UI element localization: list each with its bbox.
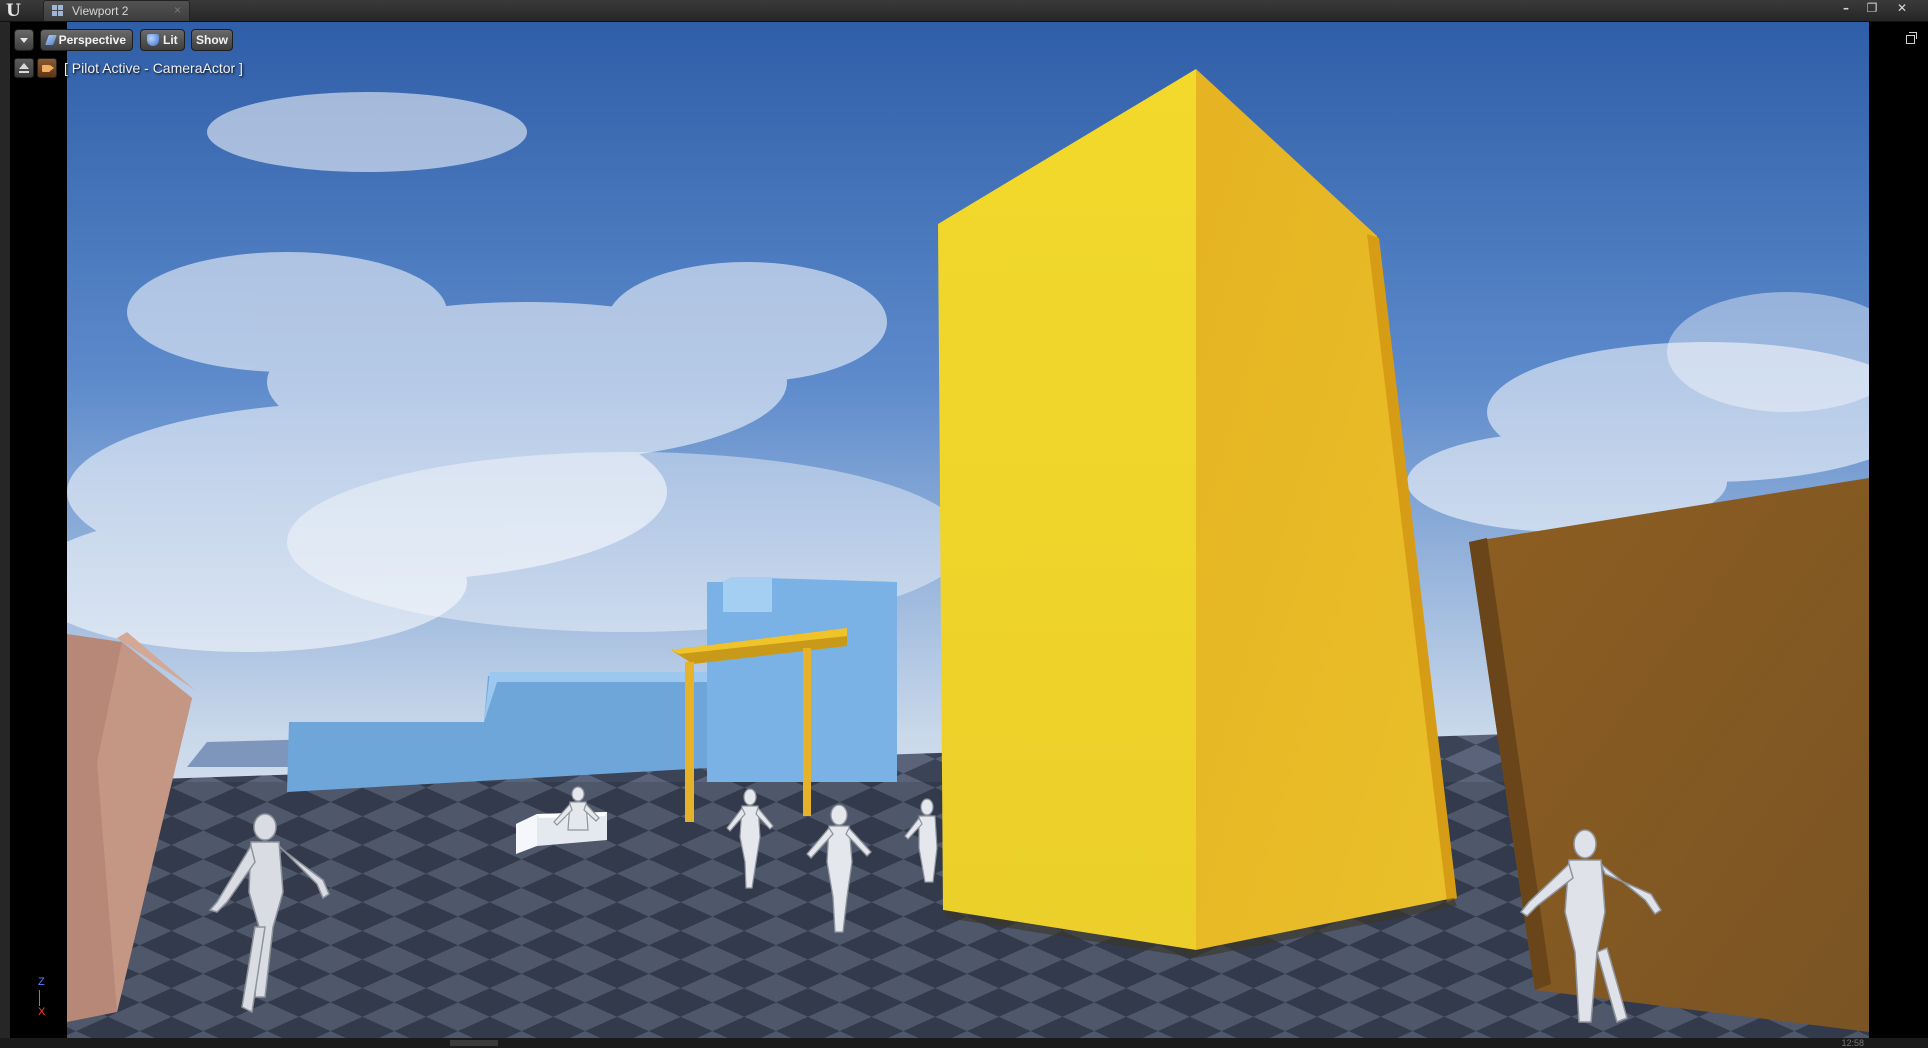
perspective-label: Perspective: [58, 33, 126, 47]
restore-button[interactable]: ❐: [1860, 0, 1884, 16]
axis-z-line: [39, 990, 40, 1006]
left-letterbox: [10, 22, 67, 1038]
eject-icon[interactable]: [14, 58, 34, 78]
viewport-options-dropdown[interactable]: [14, 29, 34, 51]
axis-gizmo: Z X: [38, 976, 54, 1018]
show-button[interactable]: Show: [191, 29, 233, 51]
unreal-logo-icon[interactable]: U: [6, 1, 32, 21]
tab-viewport-2[interactable]: Viewport 2 ×: [43, 0, 190, 21]
pilot-status-text: [ Pilot Active - CameraActor ]: [64, 60, 243, 76]
title-bar: U Viewport 2 × – ❐ ✕: [0, 0, 1928, 22]
perspective-button[interactable]: Perspective: [40, 29, 133, 51]
canopy-pillar-right: [803, 648, 811, 816]
lit-label: Lit: [163, 33, 178, 47]
bottom-scrollbar[interactable]: [0, 1038, 1928, 1048]
lit-sphere-icon: [147, 34, 159, 46]
axis-x-label: X: [38, 1006, 46, 1018]
scrollbar-thumb[interactable]: [450, 1040, 498, 1046]
show-label: Show: [196, 33, 228, 47]
status-time: 12:58: [1841, 1038, 1864, 1048]
minimize-button[interactable]: –: [1834, 0, 1858, 16]
axis-z-label: Z: [38, 976, 45, 988]
viewport-grid-icon: [52, 5, 64, 16]
left-frame: [0, 22, 10, 1038]
chevron-down-icon: [20, 37, 28, 43]
tab-close-button[interactable]: ×: [174, 3, 181, 17]
viewport-scene[interactable]: [67, 22, 1869, 1038]
perspective-camera-icon: [45, 35, 57, 45]
camera-icon[interactable]: [37, 58, 57, 78]
close-button[interactable]: ✕: [1890, 0, 1914, 16]
scene-render: [67, 22, 1869, 1038]
right-letterbox: [1869, 22, 1928, 1038]
canopy-pillar-left: [685, 662, 694, 822]
pilot-status-row: [ Pilot Active - CameraActor ]: [14, 58, 243, 78]
yellow-tower-front: [938, 69, 1196, 950]
maximize-icon[interactable]: [1906, 32, 1917, 44]
lit-button[interactable]: Lit: [140, 29, 185, 51]
tab-label: Viewport 2: [72, 4, 129, 18]
